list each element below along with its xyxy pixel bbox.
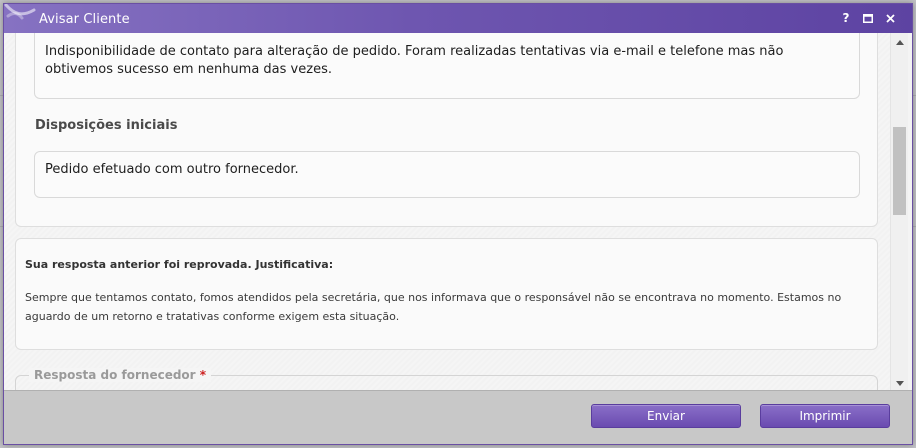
maximize-button[interactable]: [859, 9, 877, 27]
help-button[interactable]: ?: [837, 9, 855, 27]
initial-dispositions-text: Pedido efetuado com outro fornecedor.: [45, 162, 299, 177]
dialog-footer: Enviar Imprimir: [4, 390, 912, 444]
content-scrollbar[interactable]: [890, 33, 908, 390]
avisar-cliente-dialog: Avisar Cliente ? Indisponibilidade de co…: [3, 3, 913, 445]
dialog-title: Avisar Cliente: [39, 12, 130, 27]
scroll-down-button[interactable]: [891, 376, 908, 390]
contact-reason-card: Indisponibilidade de contato para altera…: [15, 33, 878, 227]
rejection-heading: Sua resposta anterior foi reprovada. Jus…: [25, 258, 334, 271]
initial-dispositions-box: Pedido efetuado com outro fornecedor.: [34, 151, 860, 198]
arrow-up-icon: [895, 39, 904, 45]
rejection-text: Sempre que tentamos contato, fomos atend…: [25, 291, 842, 323]
close-icon: [885, 13, 895, 23]
scroll-up-button[interactable]: [891, 35, 908, 49]
reason-text: Indisponibilidade de contato para altera…: [45, 44, 784, 77]
reason-box: Indisponibilidade de contato para altera…: [34, 33, 860, 99]
dialog-content[interactable]: Indisponibilidade de contato para altera…: [4, 33, 890, 390]
supplier-response-label: Resposta do fornecedor: [34, 368, 196, 382]
scrollbar-thumb[interactable]: [893, 127, 906, 215]
app-logo-icon: [4, 4, 36, 20]
dialog-titlebar: Avisar Cliente ?: [4, 4, 912, 33]
print-button[interactable]: Imprimir: [760, 404, 890, 428]
required-mark: *: [199, 368, 207, 382]
arrow-down-icon: [895, 380, 904, 386]
close-button[interactable]: [881, 9, 899, 27]
supplier-response-legend: Resposta do fornecedor *: [29, 368, 212, 382]
initial-dispositions-heading: Disposições iniciais: [35, 118, 178, 133]
rejection-card: Sua resposta anterior foi reprovada. Jus…: [15, 238, 878, 350]
send-button[interactable]: Enviar: [591, 404, 741, 428]
maximize-icon: [863, 13, 873, 23]
